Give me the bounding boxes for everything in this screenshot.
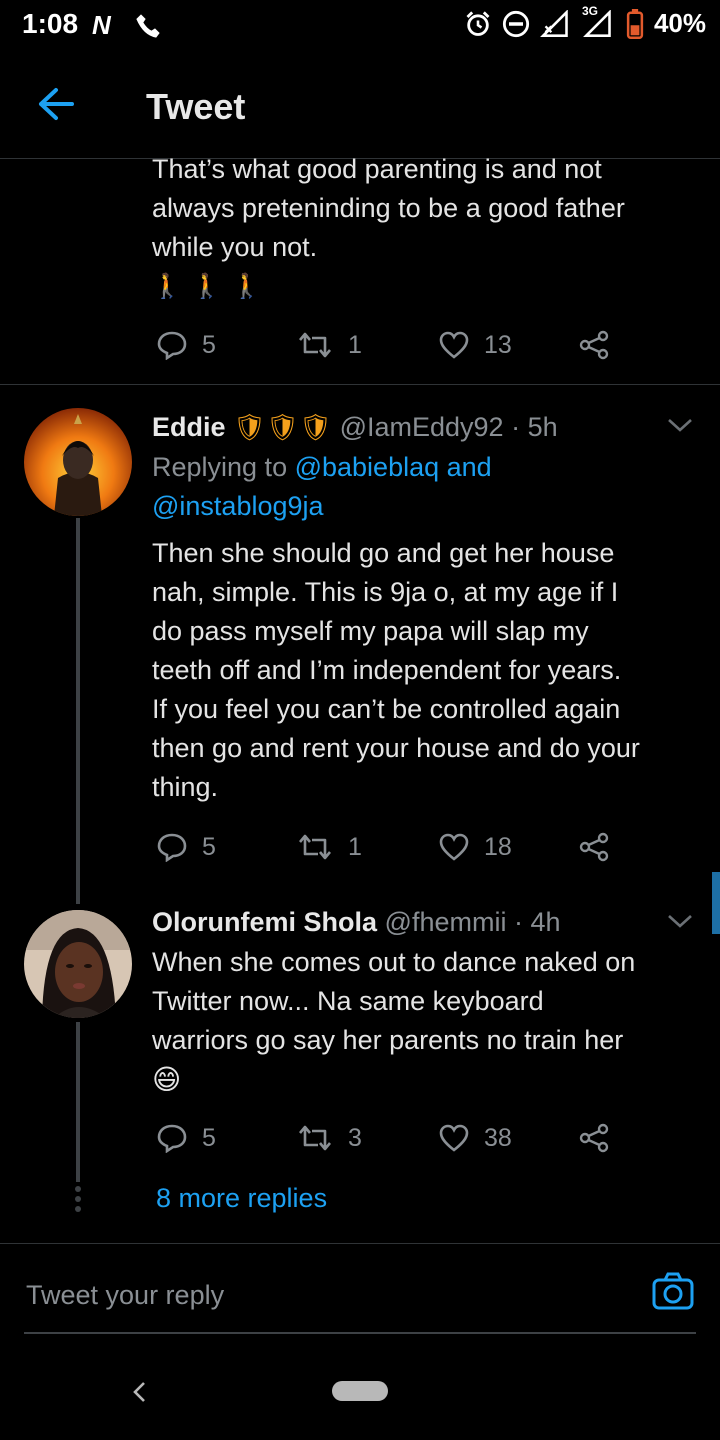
- reply-icon: [157, 1124, 187, 1153]
- reply-button[interactable]: 5: [156, 330, 216, 360]
- tweet-text-line: When she comes out to dance naked on: [152, 947, 636, 977]
- avatar[interactable]: [24, 910, 132, 1018]
- share-button[interactable]: [578, 330, 610, 360]
- like-button[interactable]: 13: [438, 330, 512, 360]
- reply-input[interactable]: [24, 1272, 628, 1318]
- replying-users[interactable]: @babieblaq and: [295, 452, 492, 482]
- retweet-count: 1: [348, 330, 362, 359]
- replying-prefix: Replying to: [152, 452, 295, 482]
- share-icon: [579, 330, 609, 360]
- tweet-text-line: teeth off and I’m independent for years.: [152, 655, 622, 685]
- battery-percent: 40%: [653, 8, 706, 38]
- tweet-text-line: then go and rent your house and do your: [152, 733, 640, 763]
- tweet-text-line: while you not.: [152, 232, 318, 262]
- display-name[interactable]: Eddie: [152, 412, 226, 442]
- thread-dots: [74, 1186, 82, 1216]
- reply-button[interactable]: 5: [156, 832, 216, 862]
- page-title: Tweet: [146, 86, 246, 127]
- like-count: 13: [484, 330, 512, 359]
- divider: [0, 1243, 720, 1244]
- like-count: 18: [484, 832, 512, 861]
- replying-users-2[interactable]: @instablog9ja: [152, 487, 712, 526]
- signal-3g-icon: 3G: [582, 4, 616, 38]
- share-button[interactable]: [578, 1123, 610, 1153]
- share-icon: [579, 832, 609, 862]
- like-icon: [439, 1124, 469, 1152]
- tweet-text-line: warriors go say her parents no train her: [152, 1025, 624, 1055]
- like-icon: [439, 833, 469, 861]
- nav-home-pill[interactable]: [332, 1381, 388, 1401]
- app-header: Tweet: [0, 50, 720, 159]
- share-button[interactable]: [578, 832, 610, 862]
- camera-icon[interactable]: [652, 1272, 694, 1310]
- reply-count: 5: [202, 832, 216, 861]
- battery-icon: [626, 8, 644, 39]
- chevron-down-icon[interactable]: [666, 912, 694, 930]
- nav-back-icon[interactable]: [130, 1380, 148, 1404]
- tweet-header: Eddie 🛡🛡🛡 @IamEddy92 · 5h: [152, 408, 672, 446]
- retweet-count: 3: [348, 1123, 362, 1152]
- scrollbar-thumb[interactable]: [712, 872, 720, 934]
- divider: [0, 384, 720, 385]
- reply-icon: [157, 833, 187, 862]
- retweet-icon: [299, 1125, 331, 1151]
- back-arrow-icon[interactable]: [36, 86, 76, 122]
- avatar-image: [24, 910, 132, 1018]
- tweet-body: When she comes out to dance naked on Twi…: [152, 943, 712, 1099]
- reply-composer: [24, 1262, 696, 1334]
- tweet-header: Olorunfemi Shola @fhemmii · 4h: [152, 903, 672, 941]
- retweet-button[interactable]: 3: [296, 1123, 362, 1153]
- alarm-icon: [466, 10, 490, 36]
- chevron-down-icon[interactable]: [666, 416, 694, 434]
- display-name[interactable]: Olorunfemi Shola: [152, 907, 377, 937]
- like-button[interactable]: 18: [438, 832, 512, 862]
- thread-line: [76, 1022, 80, 1182]
- avatar-image: [24, 408, 132, 516]
- replying-to: Replying to @babieblaq and @instablog9ja: [152, 448, 712, 526]
- signal-x-icon: [540, 9, 568, 37]
- netflix-notification-icon: N: [92, 10, 111, 40]
- handle-and-time: @IamEddy92 · 5h: [339, 412, 558, 442]
- retweet-button[interactable]: 1: [296, 832, 362, 862]
- tweet-text-line: always preteninding to be a good father: [152, 193, 625, 223]
- top-tweet-body: That’s what good parenting is and not al…: [152, 150, 712, 306]
- like-button[interactable]: 38: [438, 1123, 512, 1153]
- tweet-body: Then she should go and get her house nah…: [152, 534, 712, 807]
- retweet-icon: [299, 834, 331, 860]
- share-icon: [579, 1123, 609, 1153]
- retweet-icon: [299, 332, 331, 358]
- like-icon: [439, 331, 469, 359]
- status-bar: 1:08 N 3G 40%: [0, 0, 720, 50]
- reply-icon: [157, 331, 187, 360]
- reply-button[interactable]: 5: [156, 1123, 216, 1153]
- avatar[interactable]: [24, 408, 132, 516]
- tweet-text-line: If you feel you can’t be controlled agai…: [152, 694, 621, 724]
- thread-line: [76, 518, 80, 904]
- network-label: 3G: [581, 3, 598, 18]
- status-time: 1:08: [22, 8, 79, 39]
- tweet-text-line: Then she should go and get her house: [152, 538, 615, 568]
- retweet-button[interactable]: 1: [296, 330, 362, 360]
- handle-and-time: @fhemmii · 4h: [384, 907, 561, 937]
- status-right: 3G 40%: [464, 4, 706, 39]
- like-count: 38: [484, 1123, 512, 1152]
- tweet-text-line: That’s what good parenting is and not: [152, 154, 602, 184]
- shield-badge-icon: 🛡🛡🛡: [233, 412, 333, 442]
- do-not-disturb-icon: [502, 10, 530, 37]
- reply-count: 5: [202, 330, 216, 359]
- grin-emoji: 😄: [152, 1064, 182, 1095]
- tweet-text-line: Twitter now... Na same keyboard: [152, 986, 544, 1016]
- reply-count: 5: [202, 1123, 216, 1152]
- tweet-text-line: nah, simple. This is 9ja o, at my age if…: [152, 577, 619, 607]
- more-replies-link[interactable]: 8 more replies: [156, 1183, 327, 1214]
- phone-icon: [136, 14, 160, 38]
- tweet-text-line: do pass myself my papa will slap my: [152, 616, 589, 646]
- walking-emoji: 🚶🚶🚶: [152, 273, 272, 300]
- retweet-count: 1: [348, 832, 362, 861]
- tweet-text-line: thing.: [152, 772, 219, 802]
